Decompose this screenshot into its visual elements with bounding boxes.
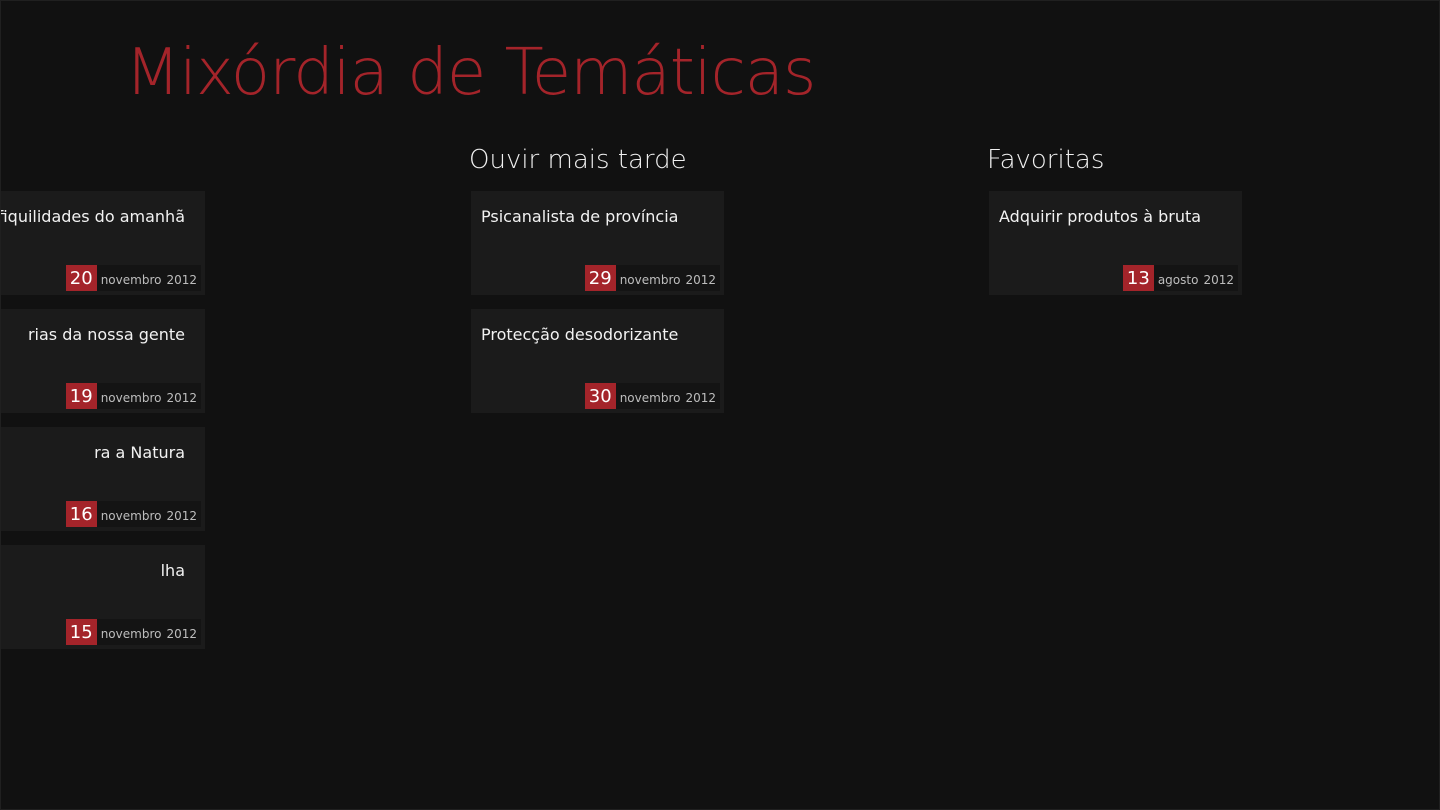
episode-title: Protecção desodorizante	[481, 325, 679, 344]
episode-day-badge: 29	[584, 265, 616, 291]
episode-day-badge: 15	[65, 619, 97, 645]
episode-month: novembro	[100, 391, 162, 405]
episode-month: agosto	[1157, 273, 1199, 287]
episode-title: Psicanalista de província	[481, 207, 679, 226]
episode-year: 2012	[166, 391, 197, 405]
episode-date: 30 novembro 2012	[584, 383, 720, 409]
episode-year: 2012	[166, 627, 197, 641]
episode-title: difiquilidades do amanhã	[0, 207, 185, 226]
episode-year: 2012	[685, 391, 716, 405]
episode-month: novembro	[100, 627, 162, 641]
episode-month: novembro	[619, 273, 681, 287]
episode-day-badge: 20	[65, 265, 97, 291]
episode-tile[interactable]: difiquilidades do amanhã 20 novembro 201…	[0, 191, 205, 295]
episode-date: 19 novembro 2012	[65, 383, 201, 409]
group-header-listen-later[interactable]: Ouvir mais tarde	[469, 145, 687, 175]
episode-month: novembro	[619, 391, 681, 405]
episode-tile[interactable]: Psicanalista de província 29 novembro 20…	[471, 191, 724, 295]
episode-title: Adquirir produtos à bruta	[999, 207, 1202, 226]
episode-date: 13 agosto 2012	[1122, 265, 1238, 291]
episode-date: 20 novembro 2012	[65, 265, 201, 291]
episode-date: 29 novembro 2012	[584, 265, 720, 291]
app-title: Mixórdia de Temáticas	[125, 36, 816, 110]
episode-tile[interactable]: lha 15 novembro 2012	[1, 545, 205, 649]
episode-month: novembro	[100, 273, 162, 287]
app-page: Mixórdia de Temáticas difiquilidades do …	[0, 0, 1440, 810]
episode-day-badge: 19	[65, 383, 97, 409]
episode-title: rias da nossa gente	[27, 325, 185, 344]
episode-tile[interactable]: rias da nossa gente 19 novembro 2012	[1, 309, 205, 413]
episode-title: lha	[160, 561, 185, 580]
episode-date: 16 novembro 2012	[65, 501, 201, 527]
episode-day-badge: 13	[1122, 265, 1154, 291]
group-header-favorites[interactable]: Favoritas	[987, 145, 1104, 175]
episode-tile[interactable]: Protecção desodorizante 30 novembro 2012	[471, 309, 724, 413]
episode-year: 2012	[166, 509, 197, 523]
episode-tile[interactable]: Adquirir produtos à bruta 13 agosto 2012	[989, 191, 1242, 295]
episode-date: 15 novembro 2012	[65, 619, 201, 645]
episode-year: 2012	[166, 273, 197, 287]
episode-tile[interactable]: ra a Natura 16 novembro 2012	[1, 427, 205, 531]
episode-day-badge: 30	[584, 383, 616, 409]
episode-year: 2012	[685, 273, 716, 287]
episode-year: 2012	[1203, 273, 1234, 287]
episode-day-badge: 16	[65, 501, 97, 527]
episode-month: novembro	[100, 509, 162, 523]
episode-title: ra a Natura	[94, 443, 185, 462]
